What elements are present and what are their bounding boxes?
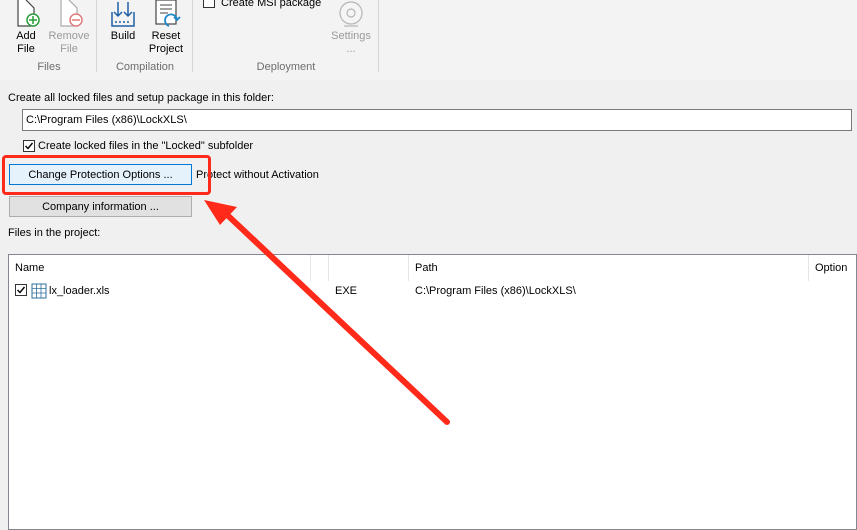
settings-button[interactable]: Settings ... (328, 0, 374, 56)
folder-label: Create all locked files and setup packag… (8, 92, 274, 104)
column-header-option[interactable]: Option (809, 255, 856, 281)
files-in-project-label: Files in the project: (8, 227, 101, 239)
company-information-button[interactable]: Company information ... (9, 196, 192, 217)
folder-path-field[interactable] (22, 109, 852, 131)
column-header-name[interactable]: Name (9, 255, 311, 281)
create-msi-checkbox[interactable] (203, 0, 215, 8)
build-icon (111, 2, 135, 27)
add-file-icon (17, 0, 40, 27)
settings-label-1: Settings (331, 30, 371, 42)
add-file-label-1: Add (16, 30, 36, 42)
group-separator (192, 0, 193, 72)
add-file-button[interactable]: Add File (8, 0, 44, 56)
remove-file-label-1: Remove (48, 30, 90, 42)
reset-project-label-2: Project (148, 43, 184, 55)
column-header-blank[interactable] (311, 255, 329, 281)
reset-project-button[interactable]: Reset Project (145, 0, 187, 56)
row-file-type: EXE (335, 285, 358, 297)
excel-file-icon (31, 283, 47, 299)
row-file-path: C:\Program Files (x86)\LockXLS\ (415, 285, 576, 297)
checkmark-icon (25, 142, 34, 150)
protection-mode-label: Protect without Activation (196, 169, 319, 181)
remove-file-button[interactable]: Remove File (47, 0, 91, 56)
reset-project-icon (155, 0, 181, 27)
change-protection-options-button[interactable]: Change Protection Options ... (9, 164, 192, 185)
create-msi-label: Create MSI package (221, 0, 322, 9)
locked-subfolder-checkbox[interactable] (23, 140, 35, 152)
list-header: Name Path Option (9, 255, 856, 281)
row-checkbox[interactable] (15, 284, 27, 296)
build-button[interactable]: Build (104, 0, 142, 43)
remove-file-label-2: File (60, 43, 78, 55)
settings-label-2: ... (346, 43, 356, 55)
deployment-group-label: Deployment (256, 61, 316, 73)
column-header-type[interactable] (329, 255, 409, 281)
compilation-group-label: Compilation (115, 61, 175, 73)
build-label: Build (110, 30, 136, 42)
settings-icon (339, 1, 363, 27)
table-row[interactable]: lx_loader.xls EXE C:\Program Files (x86)… (9, 281, 856, 301)
column-header-path[interactable]: Path (409, 255, 809, 281)
checkmark-icon (17, 286, 26, 294)
remove-file-icon (60, 0, 83, 27)
files-list-view[interactable]: Name Path Option lx_loader.xls EXE C:\Pr… (8, 254, 857, 530)
add-file-label-2: File (17, 43, 35, 55)
group-separator (96, 0, 97, 72)
folder-path-input[interactable] (23, 110, 851, 130)
row-file-name: lx_loader.xls (49, 285, 110, 297)
files-group-label: Files (37, 61, 61, 73)
reset-project-label-1: Reset (151, 30, 181, 42)
locked-subfolder-label: Create locked files in the "Locked" subf… (38, 140, 254, 152)
group-separator (378, 0, 379, 72)
ribbon-toolbar: Add File Remove File Files Build Reset P… (0, 0, 857, 80)
